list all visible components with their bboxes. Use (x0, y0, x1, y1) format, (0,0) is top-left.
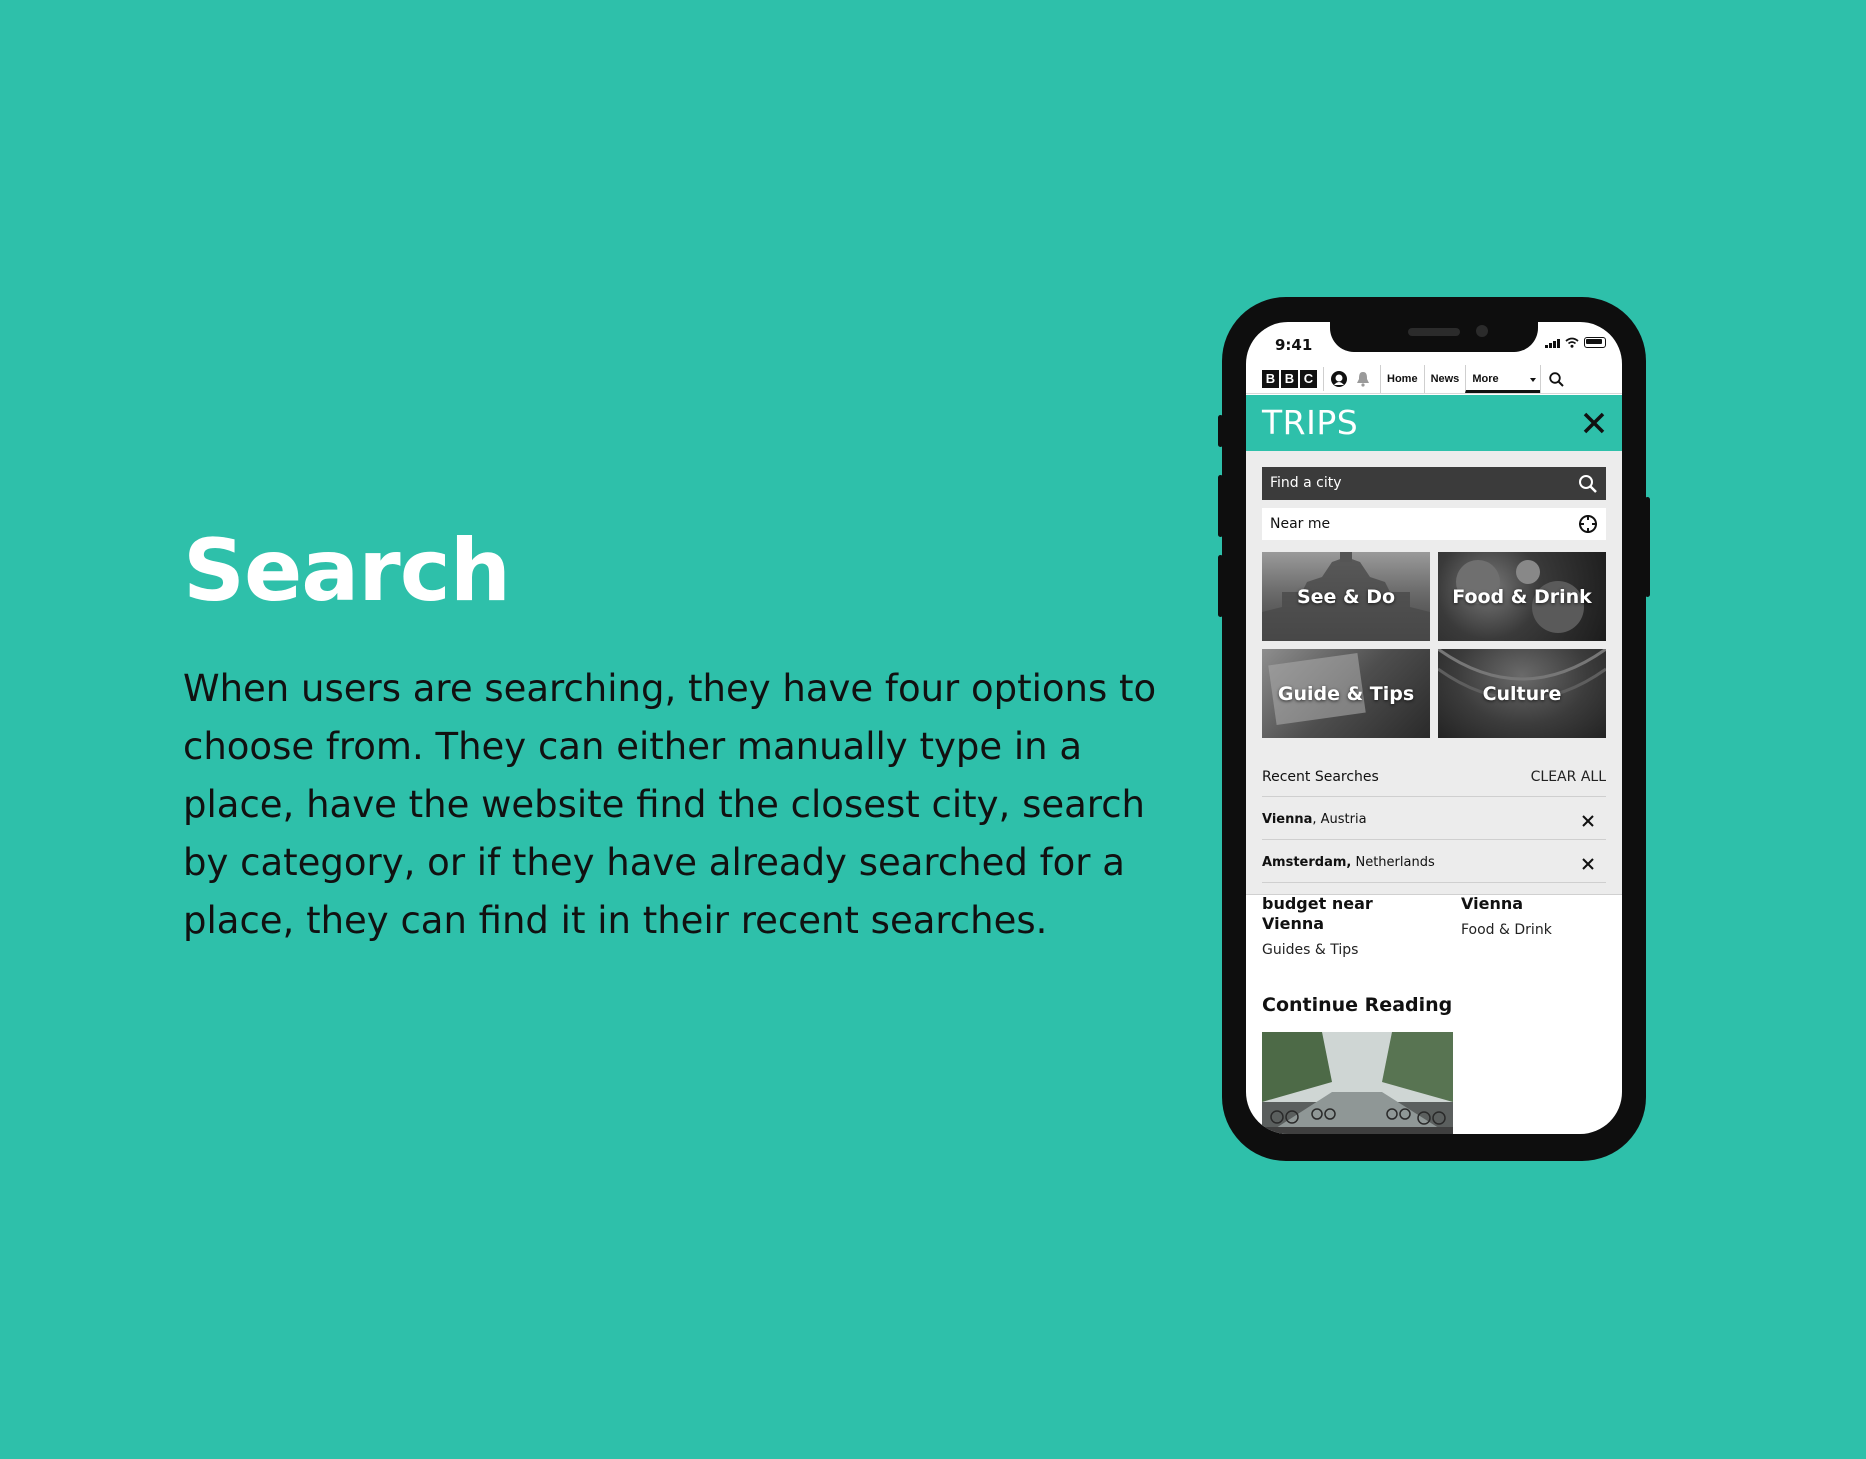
category-food-drink[interactable]: Food & Drink (1438, 552, 1606, 641)
location-target-icon (1579, 515, 1597, 533)
nav-link-home[interactable]: Home (1380, 365, 1424, 393)
category-see-do[interactable]: See & Do (1262, 552, 1430, 641)
divider (1262, 796, 1606, 797)
continue-reading-image[interactable] (1262, 1032, 1453, 1134)
close-icon[interactable] (1582, 858, 1594, 870)
notch (1330, 322, 1538, 352)
bbc-logo-block: C (1300, 370, 1317, 388)
category-label: Guide & Tips (1277, 682, 1415, 705)
phone-mockup: 9:41 B B C Home News More TRIPS Find a c… (1218, 297, 1650, 1161)
near-me-label: Near me (1270, 516, 1331, 532)
category-guide-tips[interactable]: Guide & Tips (1262, 649, 1430, 738)
status-icons (1545, 337, 1606, 348)
article-card[interactable]: budget near Vienna Guides & Tips (1262, 894, 1417, 958)
search-panel: Find a city Near me See & Do Food & Drin… (1246, 451, 1622, 895)
article-title: budget near Vienna (1262, 894, 1373, 933)
trips-header: TRIPS (1246, 395, 1622, 451)
divider (1262, 839, 1606, 840)
nav-more-dropdown[interactable]: More (1465, 365, 1541, 393)
bbc-logo-block: B (1262, 370, 1279, 388)
nav-divider (1323, 367, 1324, 391)
recent-searches-header: Recent Searches CLEAR ALL (1262, 769, 1606, 785)
search-icon[interactable] (1540, 365, 1571, 393)
trips-title: TRIPS (1262, 403, 1359, 442)
category-culture[interactable]: Culture (1438, 649, 1606, 738)
slide-title: Search (183, 521, 511, 621)
phone-screen: 9:41 B B C Home News More TRIPS Find a c… (1246, 322, 1622, 1134)
speaker-grille (1408, 328, 1460, 336)
account-icon[interactable] (1330, 370, 1348, 388)
search-icon[interactable] (1578, 474, 1598, 494)
city-search-placeholder: Find a city (1270, 475, 1342, 491)
slide-description: When users are searching, they have four… (183, 667, 1157, 942)
recent-city: Amsterdam, (1262, 855, 1352, 870)
recent-city: Vienna (1262, 812, 1313, 827)
volume-up-button (1218, 475, 1223, 537)
volume-down-button (1218, 555, 1223, 617)
article-title: Vienna (1461, 894, 1524, 913)
power-button (1645, 497, 1650, 597)
recent-country: Netherlands (1351, 855, 1435, 870)
near-me-button[interactable]: Near me (1262, 508, 1606, 540)
notifications-icon[interactable] (1354, 370, 1372, 388)
signal-icon (1545, 339, 1560, 348)
divider (1262, 882, 1606, 883)
battery-icon (1584, 337, 1606, 348)
recent-search-item[interactable]: Amsterdam, Netherlands (1262, 855, 1606, 875)
category-label: Culture (1482, 682, 1562, 705)
mute-switch (1218, 415, 1223, 447)
category-label: See & Do (1296, 585, 1396, 608)
bbc-logo-block: B (1281, 370, 1298, 388)
recent-country: , Austria (1312, 812, 1367, 827)
continue-reading-heading: Continue Reading (1262, 994, 1453, 1016)
article-category: Food & Drink (1461, 922, 1552, 938)
category-label: Food & Drink (1452, 585, 1592, 608)
recent-searches-title: Recent Searches (1262, 769, 1379, 785)
nav-link-news[interactable]: News (1423, 365, 1466, 393)
close-icon[interactable] (1582, 815, 1594, 827)
bbc-navbar: B B C Home News More (1246, 365, 1622, 394)
close-icon[interactable] (1580, 409, 1608, 437)
bbc-logo[interactable]: B B C (1262, 370, 1317, 388)
clear-all-button[interactable]: CLEAR ALL (1531, 769, 1606, 785)
city-search-input[interactable]: Find a city (1262, 467, 1606, 500)
recent-search-item[interactable]: Vienna, Austria (1262, 812, 1606, 832)
canal-photo (1262, 1032, 1453, 1134)
article-category: Guides & Tips (1262, 942, 1359, 958)
front-camera (1476, 325, 1488, 337)
status-time: 9:41 (1275, 336, 1313, 354)
wifi-icon (1565, 337, 1579, 348)
article-card[interactable]: Vienna Food & Drink (1461, 894, 1616, 938)
